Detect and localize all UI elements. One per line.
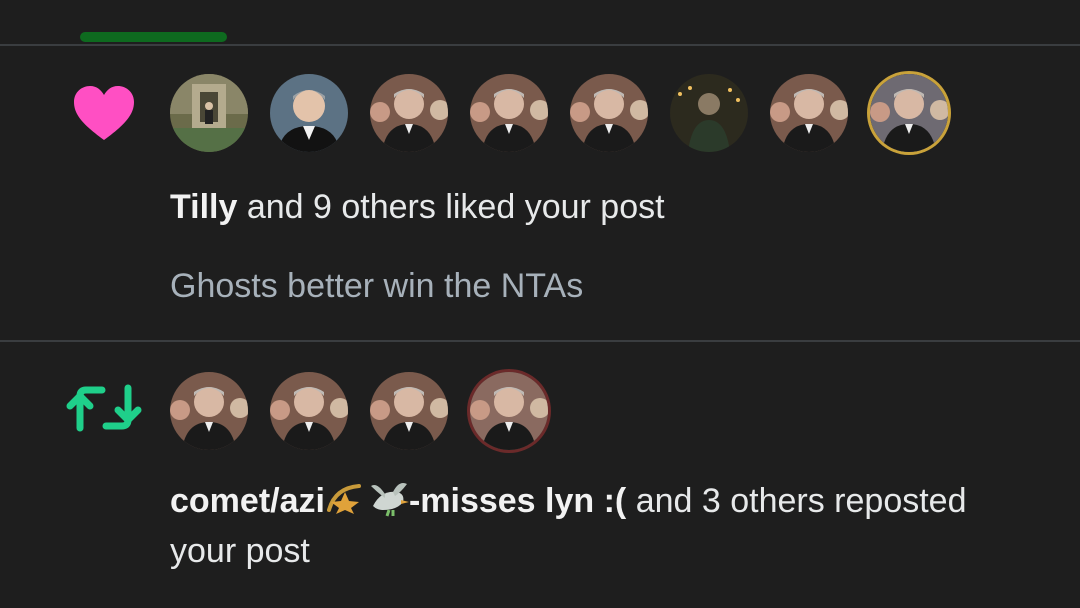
actor-name[interactable]: comet/azi -misses lyn :( bbox=[170, 482, 626, 520]
avatar[interactable] bbox=[570, 74, 648, 152]
liker-avatars bbox=[170, 74, 948, 152]
notifications-page: Tilly and 9 others liked your post Ghost… bbox=[0, 0, 1080, 608]
dove-emoji bbox=[370, 483, 409, 517]
reposter-avatars bbox=[170, 372, 548, 450]
avatar[interactable] bbox=[670, 74, 748, 152]
like-summary: Tilly and 9 others liked your post bbox=[170, 182, 665, 232]
avatar[interactable] bbox=[170, 372, 248, 450]
like-notification[interactable]: Tilly and 9 others liked your post Ghost… bbox=[0, 46, 1080, 340]
avatar[interactable] bbox=[370, 74, 448, 152]
repost-icon bbox=[66, 384, 142, 432]
avatar[interactable] bbox=[270, 74, 348, 152]
avatar[interactable] bbox=[470, 372, 548, 450]
avatar[interactable] bbox=[770, 74, 848, 152]
avatar[interactable] bbox=[370, 372, 448, 450]
actor-name[interactable]: Tilly bbox=[170, 188, 237, 226]
avatar[interactable] bbox=[170, 74, 248, 152]
heart-icon bbox=[74, 86, 134, 140]
repost-notification[interactable]: comet/azi -misses lyn :( and 3 others re… bbox=[0, 342, 1080, 608]
tab-active-indicator bbox=[80, 32, 227, 42]
summary-text: and 9 others liked your post bbox=[237, 188, 665, 226]
actor-name-suffix: -misses lyn :( bbox=[408, 482, 627, 520]
avatar[interactable] bbox=[470, 74, 548, 152]
actor-name-prefix: comet/azi bbox=[170, 482, 325, 520]
avatar[interactable] bbox=[870, 74, 948, 152]
post-snippet[interactable]: Ghosts better win the NTAs bbox=[170, 262, 583, 310]
shooting-star-emoji bbox=[326, 484, 361, 514]
avatar[interactable] bbox=[270, 372, 348, 450]
repost-summary: comet/azi -misses lyn :( and 3 others re… bbox=[170, 476, 1030, 576]
